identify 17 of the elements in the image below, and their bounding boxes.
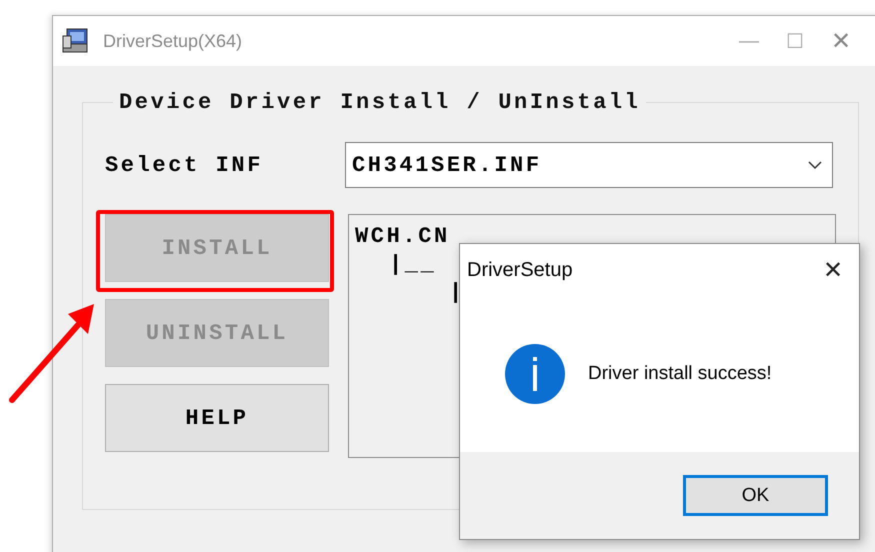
inf-dropdown[interactable]: CH341SER.INF — [345, 142, 833, 188]
select-label: Select INF — [105, 152, 264, 178]
window-control[interactable]: ☐ — [773, 28, 817, 54]
window-control[interactable]: — — [727, 30, 771, 52]
dialog-title: DriverSetup — [467, 258, 574, 282]
window-control[interactable]: ✕ — [819, 26, 863, 56]
group-title: Device Driver Install / UnInstall — [118, 90, 642, 115]
action-button[interactable]: HELP — [105, 384, 329, 452]
dialog-message: Driver install success! — [588, 363, 772, 385]
tree-item: WCH.CN — [355, 223, 450, 251]
caret-icon — [808, 160, 822, 170]
tree-item: | — [449, 279, 465, 307]
window-title: DriverSetup(X64) — [103, 30, 242, 52]
ok-button[interactable]: OK — [683, 475, 828, 516]
tree-item: |__ — [389, 251, 436, 279]
info-icon — [504, 343, 566, 405]
close-button[interactable]: ✕ — [823, 256, 843, 284]
